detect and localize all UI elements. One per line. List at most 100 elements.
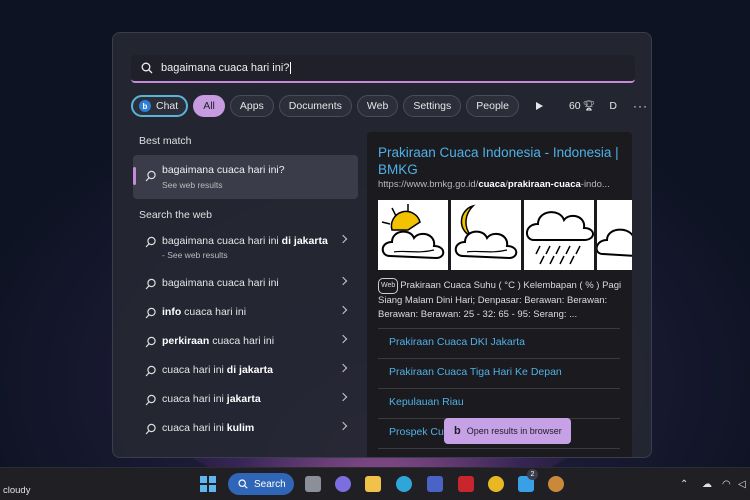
chevron-right-icon[interactable] xyxy=(338,363,348,373)
search-input[interactable]: bagaimana cuaca hari ini? xyxy=(161,62,289,74)
chat-filter[interactable]: b Chat xyxy=(131,95,189,117)
web-suggestion-row[interactable]: bagaimana cuaca hari ini xyxy=(133,271,358,297)
apps-filter[interactable]: Apps xyxy=(229,95,274,117)
suggestion-bold: di jakarta xyxy=(281,235,328,247)
suggestion-suffix: cuaca hari ini xyxy=(209,335,275,347)
search-icon xyxy=(141,62,153,74)
web-suggestion-row[interactable]: perkiraan cuaca hari ini xyxy=(133,329,358,355)
deep-link-2[interactable]: Prakiraan Cuaca Tiga Hari Ke Depan xyxy=(389,366,562,378)
suggestion-subtitle: - See web results xyxy=(162,250,228,260)
windows-start-icon[interactable] xyxy=(200,476,216,492)
suggestion-prefix: cuaca hari ini xyxy=(162,364,227,376)
suggestion-text: bagaimana cuaca hari ini di jakarta xyxy=(162,235,328,247)
suggestion-prefix: bagaimana cuaca hari ini xyxy=(162,277,279,289)
mcafee-icon[interactable] xyxy=(458,476,474,492)
open-button-label: Open results in browser xyxy=(466,426,562,436)
settings-filter[interactable]: Settings xyxy=(403,95,462,117)
web-suggestion-row[interactable]: info cuaca hari ini xyxy=(133,300,358,326)
suggestion-text: perkiraan cuaca hari ini xyxy=(162,335,274,347)
chevron-right-icon[interactable] xyxy=(338,392,348,402)
chevron-right-icon[interactable] xyxy=(338,276,348,286)
search-icon xyxy=(145,170,156,182)
web-suggestion-row[interactable]: cuaca hari ini di jakarta xyxy=(133,358,358,384)
divider xyxy=(378,448,620,449)
chevron-up-icon[interactable]: ⌃ xyxy=(680,479,688,490)
task-view-icon[interactable] xyxy=(305,476,321,492)
suggestion-text: cuaca hari ini di jakarta xyxy=(162,364,273,376)
taskbar-search-label: Search xyxy=(254,478,286,490)
chevron-right-icon[interactable] xyxy=(338,334,348,344)
rain-cloud-icon xyxy=(524,200,594,270)
deep-link-3[interactable]: Kepulauan Riau xyxy=(389,396,464,408)
edge-browser-icon[interactable] xyxy=(396,476,412,492)
divider xyxy=(378,358,620,359)
result-title-link[interactable]: Prakiraan Cuaca Indonesia - Indonesia | … xyxy=(378,144,628,178)
weather-widget[interactable]: cloudy xyxy=(3,485,30,496)
speaker-icon[interactable]: ◁ xyxy=(738,479,746,490)
taskbar: cloudy Search 2 ⌃ ☁ ◠ ◁ xyxy=(0,467,750,500)
rewards-points[interactable]: 60 🏆︎ xyxy=(569,100,595,112)
url-suffix: -indo... xyxy=(580,179,610,190)
chevron-right-icon[interactable] xyxy=(338,234,348,244)
filter-bar: b Chat All Apps Documents Web Settings P… xyxy=(131,94,651,118)
more-options-icon[interactable]: ··· xyxy=(633,99,648,113)
suggestion-prefix: bagaimana cuaca hari ini xyxy=(162,235,282,247)
web-preview-pane: Prakiraan Cuaca Indonesia - Indonesia | … xyxy=(367,132,632,457)
trophy-icon: 🏆︎ xyxy=(582,100,596,112)
search-icon xyxy=(238,479,248,489)
divider xyxy=(378,328,620,329)
chrome-icon[interactable] xyxy=(488,476,504,492)
snippet-text: Prakiraan Cuaca Suhu ( °C ) Kelembapan (… xyxy=(378,280,622,320)
weather-images xyxy=(378,200,632,270)
suggestion-text: bagaimana cuaca hari ini xyxy=(162,277,279,289)
wifi-icon[interactable]: ◠ xyxy=(722,479,731,490)
taskbar-search-button[interactable]: Search xyxy=(228,473,294,495)
chevron-right-icon[interactable] xyxy=(338,305,348,315)
best-match-subtitle: See web results xyxy=(162,180,223,190)
chevron-right-icon[interactable] xyxy=(338,421,348,431)
suggestion-text: cuaca hari ini kulim xyxy=(162,422,254,434)
moon-cloud-icon xyxy=(451,200,521,270)
deep-link-4[interactable]: Prospek Cu xyxy=(389,426,444,438)
suggestion-bold: perkiraan xyxy=(162,335,210,347)
search-icon xyxy=(145,307,156,319)
search-box[interactable]: bagaimana cuaca hari ini? xyxy=(131,55,635,83)
suggestion-prefix: cuaca hari ini xyxy=(162,393,227,405)
all-filter[interactable]: All xyxy=(193,95,225,117)
file-explorer-icon[interactable] xyxy=(365,476,381,492)
documents-filter[interactable]: Documents xyxy=(278,95,352,117)
best-match-item[interactable]: bagaimana cuaca hari ini? See web result… xyxy=(133,155,358,199)
url-bold-2: prakiraan-cuaca xyxy=(507,179,581,190)
deep-link-1[interactable]: Prakiraan Cuaca DKI Jakarta xyxy=(389,336,525,348)
open-results-in-browser-button[interactable]: b Open results in browser xyxy=(444,418,571,444)
search-icon xyxy=(145,365,156,377)
app-icon[interactable] xyxy=(427,476,443,492)
suggestion-bold: kulim xyxy=(226,422,255,434)
account-avatar[interactable]: D xyxy=(609,100,617,112)
cloud-icon[interactable]: ☁ xyxy=(702,479,712,490)
best-match-title: bagaimana cuaca hari ini? xyxy=(162,164,285,176)
search-icon xyxy=(145,394,156,406)
web-suggestion-row[interactable]: bagaimana cuaca hari ini di jakarta - See… xyxy=(133,229,358,260)
notification-badge: 2 xyxy=(527,469,538,480)
store-icon[interactable]: 2 xyxy=(518,469,538,492)
result-snippet: Web Prakiraan Cuaca Suhu ( °C ) Kelembapa… xyxy=(378,278,626,322)
bing-chat-icon: b xyxy=(139,100,151,112)
search-icon xyxy=(145,236,156,248)
people-filter[interactable]: People xyxy=(466,95,519,117)
search-flyout: bagaimana cuaca hari ini? b Chat All App… xyxy=(112,32,652,458)
search-icon xyxy=(145,423,156,435)
sun-cloud-icon xyxy=(378,200,448,270)
teams-chat-icon[interactable] xyxy=(335,476,351,492)
search-icon xyxy=(145,336,156,348)
more-filters-play-icon[interactable] xyxy=(535,102,543,110)
bing-logo-icon: b xyxy=(454,425,461,437)
app-icon[interactable] xyxy=(548,476,564,492)
web-suggestion-row[interactable]: cuaca hari ini jakarta xyxy=(133,387,358,413)
suggestion-prefix: cuaca hari ini xyxy=(162,422,227,434)
url-bold-1: cuaca xyxy=(478,179,506,190)
web-suggestion-row[interactable]: cuaca hari ini kulim xyxy=(133,416,358,442)
url-prefix: https://www.bmkg.go.id/ xyxy=(378,179,479,190)
web-filter[interactable]: Web xyxy=(356,95,399,117)
suggestion-suffix: cuaca hari ini xyxy=(181,306,247,318)
